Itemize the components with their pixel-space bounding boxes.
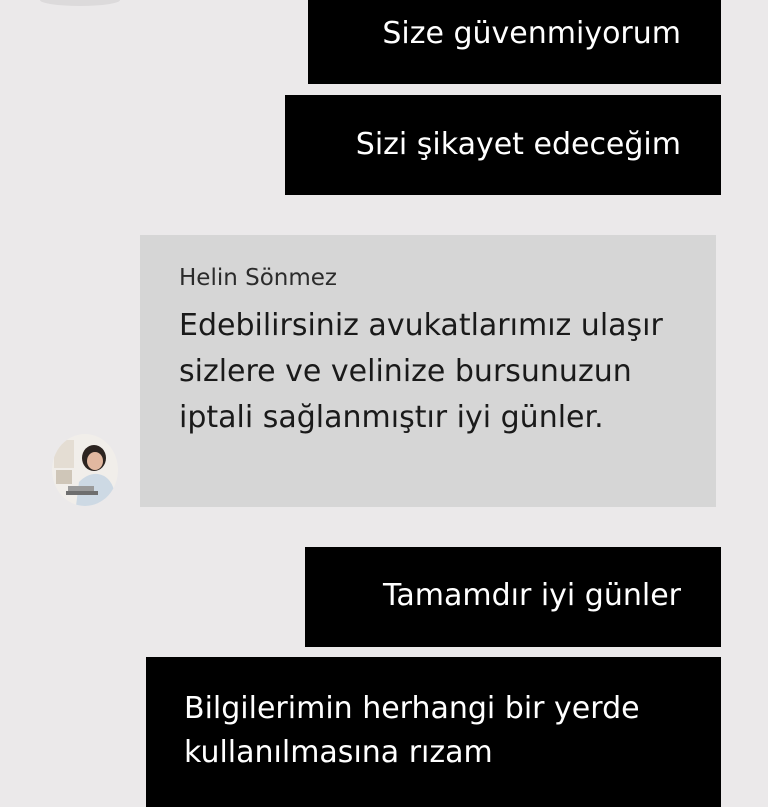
message-text: Edebilirsiniz avukatlarımız ulaşır sizle… (179, 308, 663, 435)
chat-thread: Size güvenmiyorum Sizi şikayet edeceğim … (0, 0, 768, 807)
incoming-message-bubble[interactable]: Helin Sönmez Edebilirsiniz avukatlarımız… (140, 235, 716, 507)
outgoing-message-bubble[interactable]: Bilgilerimin herhangi bir yerde kullanıl… (146, 657, 721, 807)
sender-name: Helin Sönmez (179, 265, 337, 291)
outgoing-message-bubble[interactable]: Size güvenmiyorum (308, 0, 721, 84)
person-at-laptop-icon (52, 434, 118, 506)
avatar[interactable] (52, 434, 118, 506)
message-text: Tamamdır iyi günler (383, 578, 681, 613)
previous-avatar-fragment (40, 0, 120, 6)
message-text: Size güvenmiyorum (382, 16, 681, 51)
outgoing-message-bubble[interactable]: Sizi şikayet edeceğim (285, 95, 721, 195)
outgoing-message-bubble[interactable]: Tamamdır iyi günler (305, 547, 721, 647)
message-text: Bilgilerimin herhangi bir yerde kullanıl… (184, 691, 640, 770)
message-text: Sizi şikayet edeceğim (355, 127, 681, 162)
